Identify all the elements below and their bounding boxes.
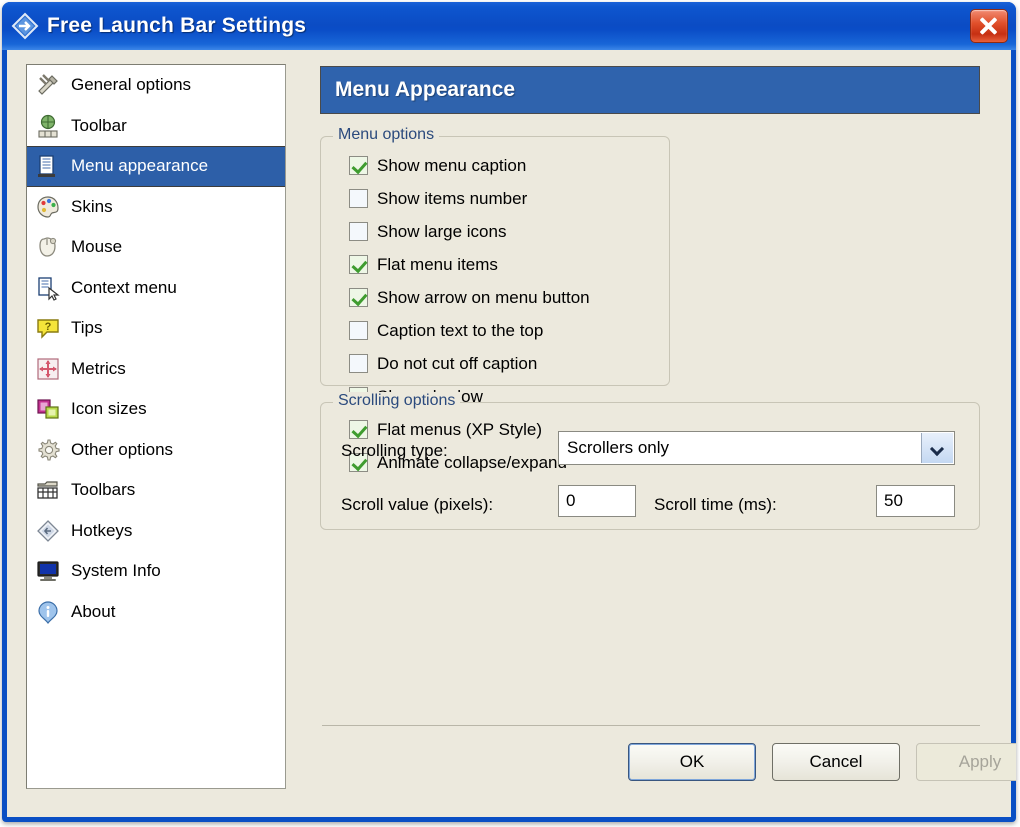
sidebar-item-label: Icon sizes — [71, 399, 147, 419]
group-title: Menu options — [333, 126, 440, 144]
sidebar-item-toolbars[interactable]: Toolbars — [27, 470, 285, 511]
checkbox-label: Caption text to the top — [377, 320, 544, 340]
sidebar-item-skins[interactable]: Skins — [27, 187, 285, 228]
scrolling-type-value: Scrollers only — [567, 438, 670, 457]
mouse-icon — [35, 234, 61, 260]
scroll-time-label: Scroll time (ms): — [654, 495, 777, 514]
info-icon — [35, 599, 61, 625]
sidebar-item-metrics[interactable]: Metrics — [27, 349, 285, 390]
sidebar-item-label: Context menu — [71, 277, 177, 297]
checkbox-show-menu-caption[interactable]: Show menu caption — [349, 149, 669, 182]
sidebar-item-about[interactable]: About — [27, 592, 285, 633]
menu-icon — [35, 153, 61, 179]
page-title: Menu Appearance — [335, 78, 516, 101]
monitor-icon — [35, 558, 61, 584]
sidebar-item-icon-sizes[interactable]: Icon sizes — [27, 389, 285, 430]
checkbox-label: Show menu caption — [377, 155, 527, 175]
checkbox-icon[interactable] — [349, 255, 368, 274]
checkbox-label: Do not cut off caption — [377, 353, 538, 373]
panel-header: Menu Appearance — [320, 66, 980, 114]
checkbox-label: Show large icons — [377, 221, 507, 241]
checkbox-show-arrow-on-menu-button[interactable]: Show arrow on menu button — [349, 281, 669, 314]
sidebar-item-label: Toolbar — [71, 115, 127, 135]
apply-button: Apply — [916, 743, 1016, 781]
context-menu-icon — [35, 275, 61, 301]
checkbox-flat-menu-items[interactable]: Flat menu items — [349, 248, 669, 281]
question-bubble-icon: ? — [35, 315, 61, 341]
checkbox-icon[interactable] — [349, 354, 368, 373]
settings-category-list[interactable]: General options Toolbar Menu appearance … — [26, 64, 286, 789]
diamond-arrow-icon — [11, 12, 39, 40]
toolbar-icon — [35, 113, 61, 139]
metrics-arrows-icon — [35, 356, 61, 382]
tools-icon — [35, 72, 61, 98]
sidebar-item-label: Tips — [71, 318, 103, 338]
gear-icon — [35, 437, 61, 463]
title-bar: Free Launch Bar Settings — [2, 2, 1016, 50]
sidebar-item-mouse[interactable]: Mouse — [27, 227, 285, 268]
divider — [322, 725, 980, 726]
sidebar-item-toolbar[interactable]: Toolbar — [27, 106, 285, 147]
window-title: Free Launch Bar Settings — [47, 14, 307, 37]
chevron-down-icon[interactable] — [921, 433, 953, 463]
sidebar-item-label: Hotkeys — [71, 520, 133, 540]
sidebar-item-label: About — [71, 601, 116, 621]
icon-sizes-icon — [35, 396, 61, 422]
sidebar-item-label: System Info — [71, 561, 161, 581]
settings-dialog-window: Free Launch Bar Settings General options — [2, 2, 1016, 822]
scroll-value-input[interactable]: 0 — [558, 485, 636, 517]
palette-icon — [35, 194, 61, 220]
scrolling-type-dropdown[interactable]: Scrollers only — [558, 431, 955, 465]
dialog-body: General options Toolbar Menu appearance … — [7, 50, 1016, 817]
sidebar-item-hotkeys[interactable]: Hotkeys — [27, 511, 285, 552]
sidebar-item-label: Skins — [71, 196, 113, 216]
settings-panel: Menu Appearance Menu options Show menu c… — [312, 64, 1016, 789]
checkbox-label: Flat menu items — [377, 254, 498, 274]
checkbox-icon[interactable] — [349, 321, 368, 340]
sidebar-item-general-options[interactable]: General options — [27, 65, 285, 106]
checkbox-label: Show arrow on menu button — [377, 287, 590, 307]
checkbox-icon[interactable] — [349, 222, 368, 241]
sidebar-item-label: Mouse — [71, 237, 123, 257]
sidebar-item-system-info[interactable]: System Info — [27, 551, 285, 592]
svg-text:?: ? — [45, 321, 52, 333]
checkbox-icon[interactable] — [349, 288, 368, 307]
dialog-button-row: OK Cancel Apply — [562, 743, 1016, 783]
hotkeys-diamond-icon — [35, 518, 61, 544]
scroll-time-text: 50 — [884, 491, 903, 510]
sidebar-item-label: Menu appearance — [71, 156, 209, 176]
checkbox-show-items-number[interactable]: Show items number — [349, 182, 669, 215]
sidebar-item-other-options[interactable]: Other options — [27, 430, 285, 471]
sidebar-item-label: Other options — [71, 439, 174, 459]
checkbox-icon[interactable] — [349, 156, 368, 175]
scroll-value-label: Scroll value (pixels): — [341, 495, 494, 514]
checkbox-icon[interactable] — [349, 189, 368, 208]
toolbars-icon — [35, 477, 61, 503]
group-title: Scrolling options — [333, 392, 461, 410]
close-icon[interactable] — [970, 9, 1008, 43]
sidebar-item-label: General options — [71, 75, 192, 95]
scroll-time-input[interactable]: 50 — [876, 485, 955, 517]
sidebar-item-label: Toolbars — [71, 480, 136, 500]
sidebar-item-label: Metrics — [71, 358, 126, 378]
sidebar-item-context-menu[interactable]: Context menu — [27, 268, 285, 309]
checkbox-do-not-cut-off-caption[interactable]: Do not cut off caption — [349, 347, 669, 380]
sidebar-item-menu-appearance[interactable]: Menu appearance — [27, 146, 285, 187]
cancel-button[interactable]: Cancel — [772, 743, 900, 781]
scrolling-options-group: Scrolling options Scrolling type: Scroll… — [320, 392, 980, 530]
scroll-value-text: 0 — [566, 491, 576, 510]
checkbox-caption-text-to-the-top[interactable]: Caption text to the top — [349, 314, 669, 347]
scrolling-type-label: Scrolling type: — [341, 441, 448, 460]
sidebar-item-tips[interactable]: ? Tips — [27, 308, 285, 349]
checkbox-label: Show items number — [377, 188, 528, 208]
menu-options-group: Menu options Show menu caption Show item… — [320, 126, 670, 472]
ok-button[interactable]: OK — [628, 743, 756, 781]
checkbox-show-large-icons[interactable]: Show large icons — [349, 215, 669, 248]
